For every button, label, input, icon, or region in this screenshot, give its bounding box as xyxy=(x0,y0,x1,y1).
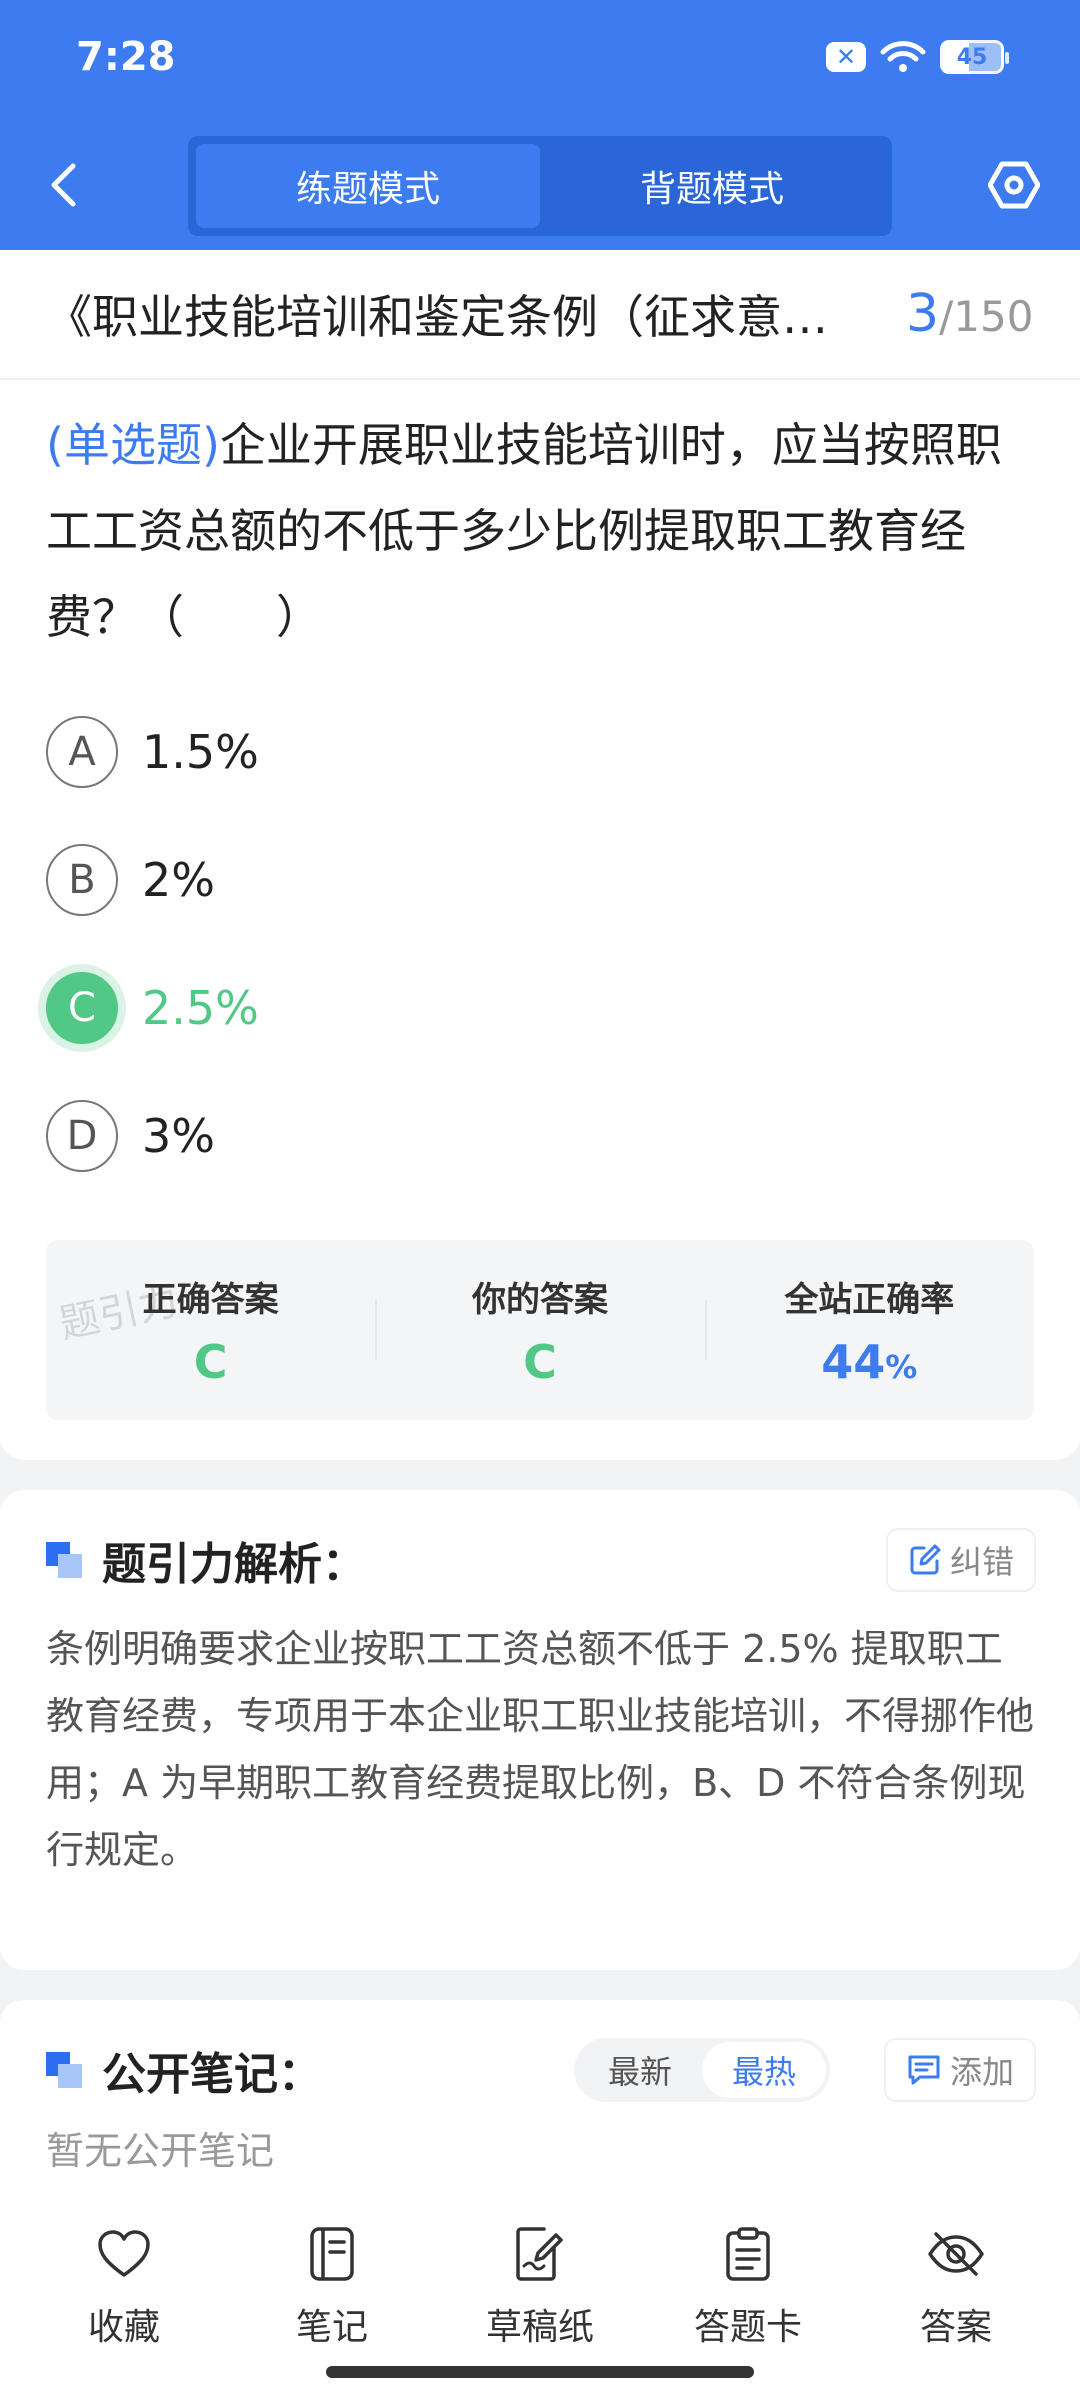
question-text: (单选题)企业开展职业技能培训时，应当按照职工工资总额的不低于多少比例提取职工教… xyxy=(0,380,1080,660)
settings-button[interactable] xyxy=(982,150,1046,220)
wifi-icon xyxy=(880,41,926,72)
option-c[interactable]: C 2.5% xyxy=(46,944,1034,1072)
notes-header: 公开笔记： 最新 最热 添加 xyxy=(0,2000,1080,2110)
your-answer: 你的答案 C xyxy=(375,1240,704,1420)
notes-sort-tabs: 最新 最热 xyxy=(573,2038,830,2102)
analysis-title: 题引力解析： xyxy=(102,1539,366,1590)
comment-icon xyxy=(908,2055,940,2085)
correct-answer: 正确答案 C xyxy=(46,1240,375,1420)
option-text: 1.5% xyxy=(142,725,259,779)
site-accuracy: 全站正确率 44% xyxy=(704,1240,1034,1420)
draft-icon xyxy=(510,2224,570,2284)
tab-memorize-mode[interactable]: 背题模式 xyxy=(540,144,884,228)
site-accuracy-value: 44% xyxy=(821,1335,917,1389)
home-indicator[interactable] xyxy=(326,2366,754,2378)
clipboard-icon xyxy=(718,2224,778,2284)
option-text: 2% xyxy=(142,853,215,907)
analysis-text: 条例明确要求企业按职工工资总额不低于 2.5% 提取职工教育经费，专项用于本企业… xyxy=(46,1627,1035,1872)
question-type: (单选题) xyxy=(46,418,220,472)
app-header: 7:28 ✕ 45 练题模式 背题模式 xyxy=(0,0,1080,250)
answer-card-label: 答题卡 xyxy=(693,2307,802,2348)
option-text: 2.5% xyxy=(142,981,259,1035)
favorite-button[interactable]: 收藏 xyxy=(34,2224,214,2400)
status-icons: ✕ 45 xyxy=(826,40,1009,74)
option-a[interactable]: A 1.5% xyxy=(46,688,1034,816)
option-letter: B xyxy=(46,844,118,916)
option-d[interactable]: D 3% xyxy=(46,1072,1034,1200)
option-text: 3% xyxy=(142,1109,215,1163)
heart-icon xyxy=(94,2224,154,2284)
correct-answer-label: 正确答案 xyxy=(142,1279,279,1320)
add-note-label: 添加 xyxy=(949,2053,1014,2091)
tab-hottest[interactable]: 最热 xyxy=(701,2042,826,2098)
mute-icon: ✕ xyxy=(826,42,866,72)
option-letter: C xyxy=(46,972,118,1044)
option-letter: A xyxy=(46,716,118,788)
favorite-label: 收藏 xyxy=(87,2307,160,2348)
question-progress[interactable]: 3/150 xyxy=(906,284,1033,344)
show-answer-button[interactable]: 答案 xyxy=(866,2224,1046,2400)
site-accuracy-label: 全站正确率 xyxy=(784,1279,955,1320)
battery-indicator: 45 xyxy=(940,40,1009,74)
edit-icon xyxy=(910,1544,941,1575)
report-error-label: 纠错 xyxy=(949,1543,1014,1581)
section-icon xyxy=(46,1542,82,1578)
accuracy-number: 44 xyxy=(821,1334,886,1389)
show-answer-label: 答案 xyxy=(919,2307,992,2348)
gear-icon xyxy=(988,161,1040,209)
notebook-icon xyxy=(302,2224,362,2284)
empty-notes-text: 暂无公开笔记 xyxy=(46,2129,275,2173)
chevron-left-icon xyxy=(51,163,76,207)
options-list: A 1.5% B 2% C 2.5% D 3% xyxy=(0,660,1080,1200)
notes-label: 笔记 xyxy=(295,2307,368,2348)
add-note-button[interactable]: 添加 xyxy=(885,2040,1034,2100)
option-letter: D xyxy=(46,1100,118,1172)
analysis-card: 题引力解析： 纠错 条例明确要求企业按职工工资总额不低于 2.5% 提取职工教育… xyxy=(0,1490,1080,1970)
quiz-title: 《职业技能培训和鉴定条例（征求意见稿）》 xyxy=(46,290,866,344)
question-card: 《职业技能培训和鉴定条例（征求意见稿）》 3/150 (单选题)企业开展职业技能… xyxy=(0,250,1080,1460)
back-button[interactable] xyxy=(38,150,88,220)
eye-off-icon xyxy=(926,2224,986,2284)
scratch-paper-label: 草稿纸 xyxy=(485,2307,594,2348)
status-time: 7:28 xyxy=(76,34,176,80)
quiz-title-row: 《职业技能培训和鉴定条例（征求意见稿）》 3/150 xyxy=(0,250,1080,380)
notes-title: 公开笔记： xyxy=(102,2049,322,2100)
report-error-button[interactable]: 纠错 xyxy=(887,1530,1034,1590)
section-icon xyxy=(46,2052,82,2088)
your-answer-value: C xyxy=(523,1334,557,1389)
progress-current: 3 xyxy=(906,284,940,344)
option-b[interactable]: B 2% xyxy=(46,816,1034,944)
your-answer-label: 你的答案 xyxy=(471,1279,608,1320)
tab-practice-mode[interactable]: 练题模式 xyxy=(196,144,540,228)
answer-summary: 题引力 正确答案 C 你的答案 C 全站正确率 44% xyxy=(46,1240,1034,1420)
progress-total: /150 xyxy=(939,292,1034,341)
accuracy-unit: % xyxy=(885,1347,918,1386)
tab-latest[interactable]: 最新 xyxy=(578,2042,702,2098)
mode-switch: 练题模式 背题模式 xyxy=(188,136,892,236)
correct-answer-value: C xyxy=(193,1334,228,1389)
analysis-header: 题引力解析： 纠错 xyxy=(0,1490,1080,1600)
